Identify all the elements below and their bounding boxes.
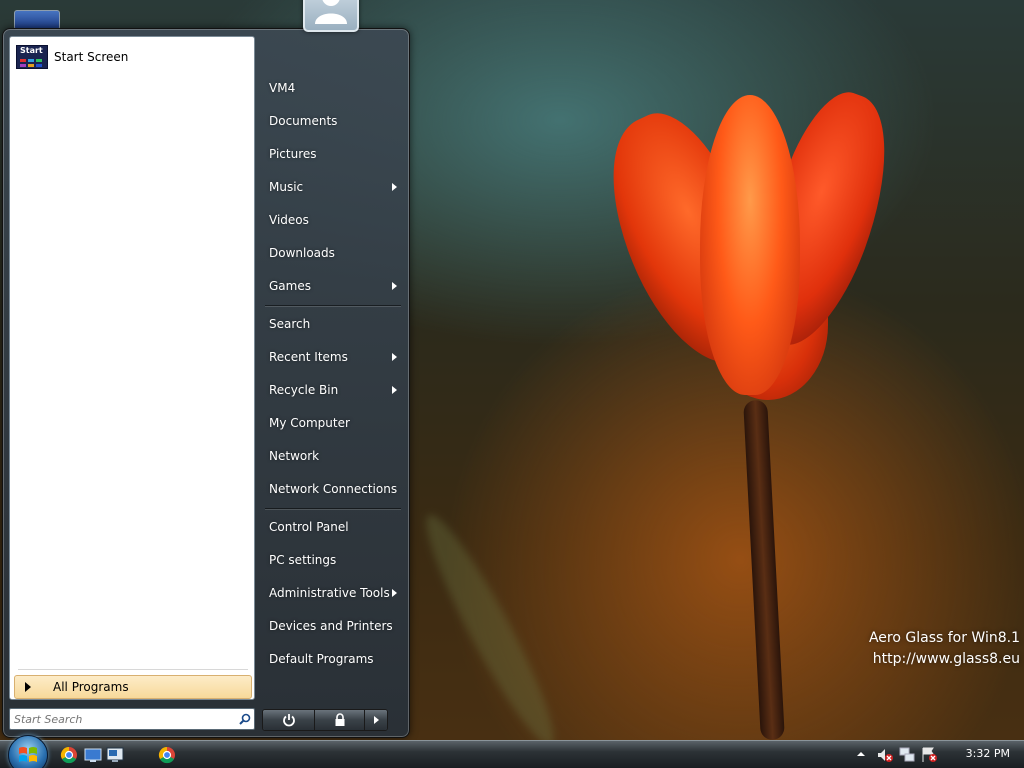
submenu-arrow-icon (392, 589, 397, 597)
power-button-group (262, 709, 388, 731)
show-hidden-icons-arrow[interactable] (856, 748, 866, 758)
watermark-line-2: http://www.glass8.eu (872, 651, 1020, 667)
menu-item-label: Documents (269, 114, 338, 128)
menu-item-videos[interactable]: Videos (263, 207, 401, 233)
separator (18, 669, 248, 670)
menu-item-music[interactable]: Music (263, 174, 401, 200)
pinned-item-label: Start Screen (54, 50, 129, 64)
menu-item-label: PC settings (269, 553, 337, 567)
menu-item-control-panel[interactable]: Control Panel (263, 514, 401, 540)
menu-item-label: Recycle Bin (269, 383, 339, 397)
desktop-shortcut-icon[interactable] (14, 10, 60, 30)
menu-item-label: Music (269, 180, 304, 194)
windows-logo-icon (19, 747, 37, 762)
submenu-arrow-icon (392, 386, 397, 394)
menu-item-recycle-bin[interactable]: Recycle Bin (263, 377, 401, 403)
action-center-icon[interactable] (920, 746, 938, 764)
menu-item-label: My Computer (269, 416, 350, 430)
menu-item-pictures[interactable]: Pictures (263, 141, 401, 167)
pinned-item-start-screen[interactable]: Start Start Screen (14, 43, 250, 71)
submenu-arrow-icon (392, 282, 397, 290)
start-search-input[interactable] (10, 710, 236, 728)
power-button[interactable] (263, 710, 315, 730)
taskbar: 3:32 PM (0, 735, 1024, 768)
system-tray: 3:32 PM (854, 741, 1024, 768)
menu-item-label: Network (269, 449, 320, 463)
arrow-right-icon (25, 682, 31, 692)
watermark: Aero Glass for Win8.1 http://www.glass8.… (869, 628, 1020, 670)
menu-item-label: Recent Items (269, 350, 348, 364)
menu-item-label: Network Connections (269, 482, 398, 496)
search-icon[interactable] (236, 710, 254, 728)
network-icon[interactable] (898, 746, 916, 764)
start-button[interactable] (8, 735, 48, 768)
lock-button[interactable] (315, 710, 365, 730)
chrome-icon[interactable] (158, 746, 176, 764)
power-options-button[interactable] (365, 710, 387, 730)
remote-desktop-icon[interactable] (106, 746, 124, 764)
separator (265, 305, 401, 307)
arrow-right-icon (374, 716, 379, 724)
wallpaper-petal (700, 95, 800, 395)
menu-item-devices-and-printers[interactable]: Devices and Printers (263, 613, 401, 639)
separator (265, 508, 401, 510)
chrome-icon[interactable] (60, 746, 78, 764)
start-screen-icon: Start (16, 45, 48, 69)
start-search-box[interactable] (9, 708, 255, 730)
menu-item-network[interactable]: Network (263, 443, 401, 469)
menu-item-label: Default Programs (269, 652, 374, 666)
wallpaper-flower-stem (743, 399, 785, 740)
menu-item-label: Administrative Tools (269, 586, 390, 600)
menu-item-vm4[interactable]: VM4 (263, 75, 401, 101)
menu-item-my-computer[interactable]: My Computer (263, 410, 401, 436)
menu-item-label: Games (269, 279, 311, 293)
lock-icon (335, 713, 344, 726)
user-account-picture[interactable] (303, 0, 359, 32)
all-programs-button[interactable]: All Programs (14, 675, 252, 699)
menu-item-pc-settings[interactable]: PC settings (263, 547, 401, 573)
submenu-arrow-icon (392, 353, 397, 361)
power-icon (282, 714, 295, 727)
menu-item-label: Downloads (269, 246, 335, 260)
user-avatar-icon (315, 0, 347, 24)
menu-item-documents[interactable]: Documents (263, 108, 401, 134)
menu-item-administrative-tools[interactable]: Administrative Tools (263, 580, 401, 606)
clock[interactable]: 3:32 PM (966, 747, 1010, 760)
menu-item-search[interactable]: Search (263, 311, 401, 337)
menu-item-games[interactable]: Games (263, 273, 401, 299)
menu-item-label: Devices and Printers (269, 619, 393, 633)
desktop-icon[interactable] (84, 746, 102, 764)
menu-item-label: Pictures (269, 147, 317, 161)
menu-item-network-connections[interactable]: Network Connections (263, 476, 401, 502)
submenu-arrow-icon (392, 183, 397, 191)
start-menu-left-pane: Start Start Screen All Programs (9, 36, 255, 700)
all-programs-label: All Programs (53, 680, 129, 694)
menu-item-default-programs[interactable]: Default Programs (263, 646, 401, 672)
wallpaper-leaf (411, 505, 569, 740)
start-menu-right-pane: VM4 Documents Pictures Music Videos Down… (259, 29, 409, 709)
menu-item-label: Videos (269, 213, 309, 227)
menu-item-label: Search (269, 317, 311, 331)
menu-item-label: VM4 (269, 81, 296, 95)
menu-item-label: Control Panel (269, 520, 349, 534)
menu-item-downloads[interactable]: Downloads (263, 240, 401, 266)
watermark-line-1: Aero Glass for Win8.1 (868, 630, 1020, 646)
menu-item-recent-items[interactable]: Recent Items (263, 344, 401, 370)
start-menu: Start Start Screen All Programs VM4 (2, 28, 410, 738)
volume-muted-icon[interactable] (876, 746, 894, 764)
